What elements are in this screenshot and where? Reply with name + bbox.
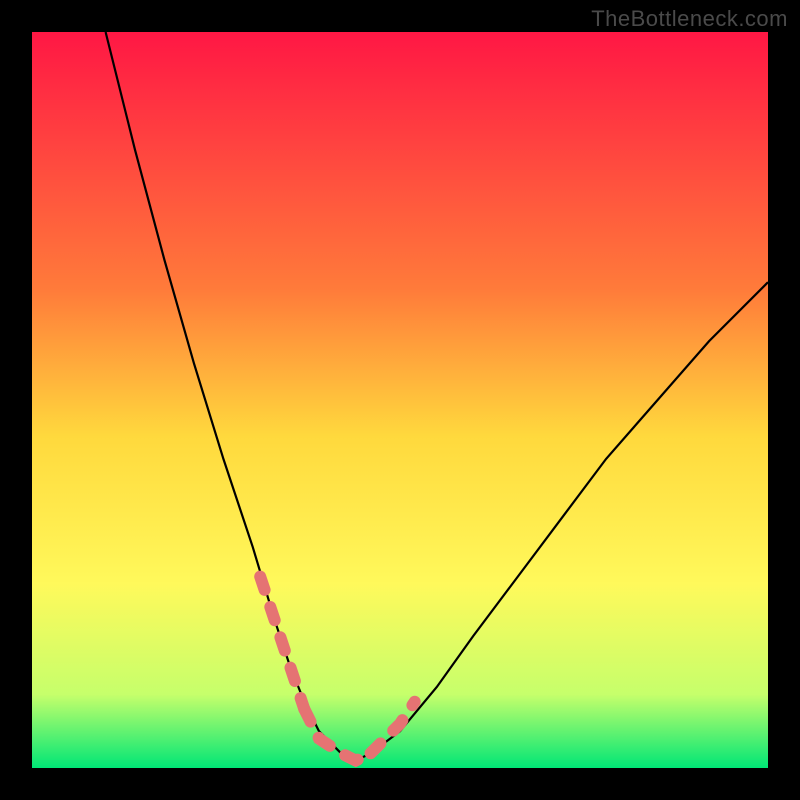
watermark-text: TheBottleneck.com <box>591 6 788 32</box>
chart-container: TheBottleneck.com <box>0 0 800 800</box>
chart-svg <box>32 32 768 768</box>
plot-area <box>32 32 768 768</box>
